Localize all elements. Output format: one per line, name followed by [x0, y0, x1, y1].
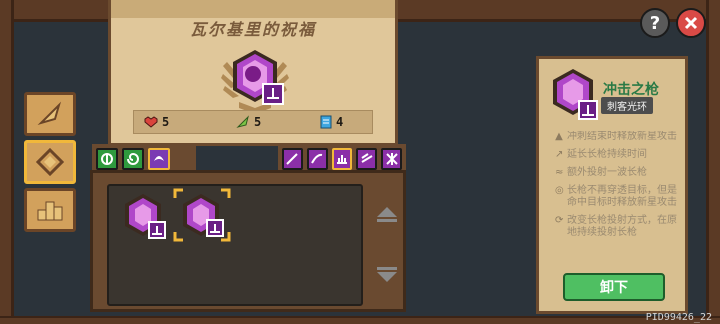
- heart-icon: [144, 116, 158, 128]
- dash-icon: [361, 153, 373, 163]
- stat-cards-value: 4: [336, 115, 344, 129]
- lance-rune-icon: [125, 194, 166, 239]
- card-icon: [320, 115, 332, 129]
- effect-item: ≈ 额外投射一波长枪: [555, 167, 647, 178]
- arcane-icon: [154, 156, 164, 161]
- effect-list: ▲ 冲刺结束时释放新星攻击 ↗ 延长长枪持续时间 ≈ 额外投射一波长枪 ◎ 长枪…: [555, 131, 677, 267]
- arrow-icon: ↗: [555, 149, 564, 160]
- blessing-stats: 5 5 4: [133, 110, 373, 134]
- scroll-down-button[interactable]: [375, 265, 399, 285]
- skill-tab-slash[interactable]: [306, 148, 328, 170]
- flame-icon: ▲: [555, 131, 563, 142]
- scroll-up-button[interactable]: [375, 205, 399, 225]
- pulse-icon: [336, 155, 347, 164]
- leaf-icon: [236, 115, 249, 128]
- equipped-rune-name: 冲击之枪: [603, 82, 659, 98]
- arrow-down-icon: [377, 267, 397, 282]
- equipped-rune-tag: 刺客光环: [601, 97, 653, 114]
- element-tab-arcane[interactable]: [148, 148, 170, 170]
- side-tab-talents[interactable]: [24, 92, 76, 136]
- laurel-badge-icon: [217, 42, 293, 118]
- wood-frame-right: [706, 0, 720, 324]
- skill-tab-pulse[interactable]: [331, 148, 353, 170]
- slash-icon: [311, 153, 323, 164]
- effect-item: ⟳ 改变长枪投射方式，在原地持续投射长枪: [555, 215, 677, 238]
- stat-health-value: 5: [162, 115, 170, 129]
- stat-cards: 4: [320, 113, 343, 131]
- swirl-icon: [127, 152, 139, 165]
- selected-rune-icon: [173, 188, 231, 242]
- element-tab-nature[interactable]: [96, 148, 118, 170]
- impact-lance-icon: [553, 69, 598, 120]
- effect-item: ↗ 延长长枪持续时间: [555, 149, 647, 160]
- wave-icon: ≈: [555, 167, 564, 178]
- side-tab-blessings[interactable]: [24, 140, 76, 184]
- arrow-up-icon: [377, 207, 397, 222]
- effect-item: ▲ 冲刺结束时释放新星攻击: [555, 131, 677, 142]
- close-icon: [684, 16, 698, 30]
- player-id: PID99426_22: [645, 312, 712, 323]
- target-icon: ◎: [555, 185, 564, 196]
- podium-icon: [37, 201, 63, 221]
- skill-tab-lance[interactable]: [282, 148, 303, 170]
- equipped-rune-icon: [547, 67, 603, 123]
- effect-item: ◎ 长枪不再穿透目标，但是命中目标时释放新星攻击: [555, 185, 677, 208]
- element-tab-swirl[interactable]: [122, 148, 144, 170]
- wood-frame-left: [0, 0, 14, 324]
- diamond-icon: [36, 148, 64, 176]
- close-button[interactable]: [676, 8, 706, 38]
- nature-icon: [101, 153, 113, 165]
- question-icon: ?: [649, 12, 661, 34]
- skill-tab-burst[interactable]: [381, 148, 402, 170]
- leaf-icon: [37, 101, 62, 126]
- rune-inventory-panel: [90, 170, 406, 312]
- help-button[interactable]: ?: [640, 8, 670, 38]
- blessing-panel: 瓦尔基里的祝福 5 5 4: [108, 0, 398, 146]
- rune-slot-2-selected[interactable]: [173, 188, 231, 242]
- stat-energy-value: 5: [254, 115, 262, 129]
- equipped-rune-detail: 冲击之枪 刺客光环 ▲ 冲刺结束时释放新星攻击 ↗ 延长长枪持续时间 ≈ 额外投…: [536, 56, 688, 314]
- unload-button[interactable]: 卸下: [563, 273, 665, 301]
- burst-icon: [385, 153, 398, 165]
- wood-frame-bottom: [0, 316, 720, 324]
- rune-inventory-grid: [107, 184, 363, 306]
- lance-icon: [286, 153, 299, 165]
- skill-tab-dash[interactable]: [356, 148, 378, 170]
- stat-health: 5: [144, 113, 169, 131]
- rune-slot-1[interactable]: [119, 192, 169, 242]
- rotate-icon: ⟳: [555, 215, 564, 226]
- stat-energy: 5: [236, 113, 261, 131]
- side-tab-ranking[interactable]: [24, 188, 76, 232]
- blessing-title: 瓦尔基里的祝福: [189, 20, 316, 39]
